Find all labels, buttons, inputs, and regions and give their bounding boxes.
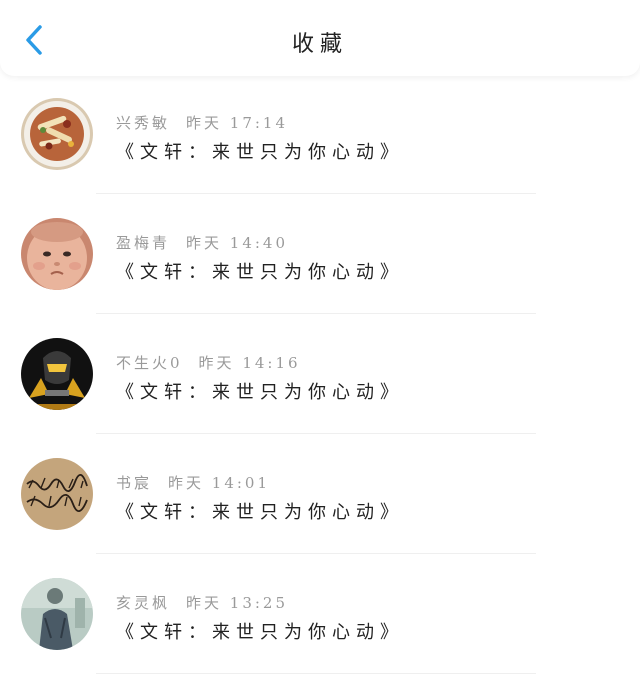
item-meta: 兴秀敏 昨天 17:14 <box>116 112 288 133</box>
divider <box>96 673 536 674</box>
timestamp: 昨天 13:25 <box>186 594 289 612</box>
handwriting-avatar[interactable] <box>21 458 93 530</box>
page-title: 收藏 <box>291 32 348 57</box>
divider <box>96 313 536 314</box>
robot-helmet-avatar[interactable] <box>21 338 93 410</box>
author-name: 盈梅青 <box>116 234 171 252</box>
favorite-title: 《文轩：来世只为你心动》 <box>116 262 404 283</box>
divider <box>96 193 536 194</box>
author-name: 不生火0 <box>116 354 183 372</box>
timestamp: 昨天 17:14 <box>186 114 289 132</box>
top-bar: 收藏 <box>0 0 640 76</box>
favorite-title: 《文轩：来世只为你心动》 <box>116 382 404 403</box>
favorite-title: 《文轩：来世只为你心动》 <box>116 142 404 163</box>
list-item[interactable]: 不生火0 昨天 14:16 《文轩：来世只为你心动》 <box>0 320 640 440</box>
item-meta: 不生火0 昨天 14:16 <box>116 352 301 373</box>
item-meta: 书宸 昨天 14:01 <box>116 472 270 493</box>
divider <box>96 553 536 554</box>
timestamp: 昨天 14:16 <box>198 354 301 372</box>
food-dish-avatar[interactable] <box>21 98 93 170</box>
divider <box>96 433 536 434</box>
item-meta: 盈梅青 昨天 14:40 <box>116 232 288 253</box>
favorite-title: 《文轩：来世只为你心动》 <box>116 502 404 523</box>
timestamp: 昨天 14:01 <box>168 474 271 492</box>
author-name: 亥灵枫 <box>116 594 171 612</box>
list-item[interactable]: 盈梅青 昨天 14:40 《文轩：来世只为你心动》 <box>0 200 640 320</box>
timestamp: 昨天 14:40 <box>186 234 289 252</box>
author-name: 兴秀敏 <box>116 114 171 132</box>
favorites-list: 兴秀敏 昨天 17:14 《文轩：来世只为你心动》 盈梅青 昨天 14:40 《文轩… <box>0 80 640 680</box>
item-meta: 亥灵枫 昨天 13:25 <box>116 592 288 613</box>
list-item[interactable]: 兴秀敏 昨天 17:14 《文轩：来世只为你心动》 <box>0 80 640 200</box>
person-photo-avatar[interactable] <box>21 578 93 650</box>
favorite-title: 《文轩：来世只为你心动》 <box>116 622 404 643</box>
author-name: 书宸 <box>116 474 153 492</box>
list-item[interactable]: 书宸 昨天 14:01 《文轩：来世只为你心动》 <box>0 440 640 560</box>
list-item[interactable]: 亥灵枫 昨天 13:25 《文轩：来世只为你心动》 <box>0 560 640 680</box>
baby-face-avatar[interactable] <box>21 218 93 290</box>
